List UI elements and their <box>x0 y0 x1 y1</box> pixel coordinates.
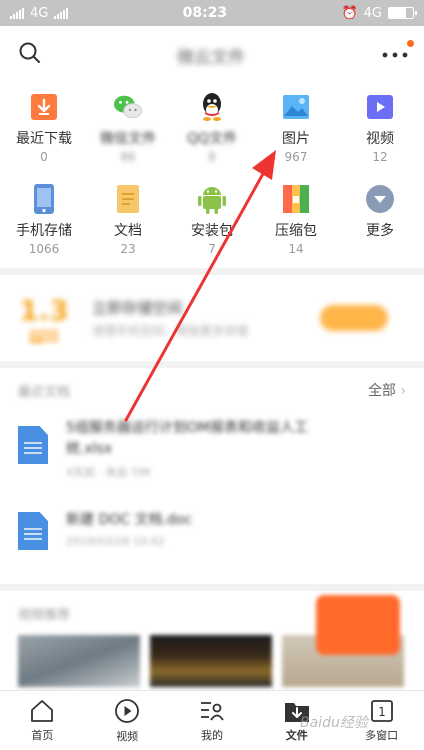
category-recent-download[interactable]: 最近下载 0 <box>2 84 86 176</box>
category-label: 图片 <box>282 131 310 147</box>
recent-section-header: 最近文档 全部 › <box>0 368 424 412</box>
view-all-link[interactable]: 全部 › <box>368 380 406 400</box>
doc-file-icon <box>18 512 48 550</box>
watermark: Baidu经验 <box>300 715 368 731</box>
category-label: 更多 <box>366 223 394 239</box>
signal-icon-2 <box>54 7 69 19</box>
nav-home[interactable]: 首页 <box>0 691 85 750</box>
recent-section-title: 最近文档 <box>18 384 71 400</box>
floating-promo-badge[interactable] <box>316 595 400 655</box>
category-wechat[interactable]: 微信文件 86 <box>86 84 170 176</box>
nav-label: 多窗口 <box>365 728 399 742</box>
status-left: 4G <box>10 5 69 21</box>
android-icon <box>197 184 227 214</box>
video-thumbnail[interactable] <box>18 635 140 687</box>
category-zip[interactable]: 压缩包 14 <box>254 176 338 268</box>
section-divider <box>0 584 424 591</box>
nav-label: 首页 <box>31 728 54 742</box>
category-label: 视频 <box>366 131 394 147</box>
category-label: 安装包 <box>191 223 233 239</box>
promo-badge: 1.3 GB <box>18 293 70 347</box>
video-thumbnail[interactable] <box>150 635 272 687</box>
file-name: 5组服务器运行计划OM报表和收益人工 <box>66 420 309 436</box>
recent-file-item[interactable]: 5组服务器运行计划OM报表和收益人工 统.xlsx 4天前 · 来自 TIM <box>0 412 424 488</box>
search-icon[interactable] <box>18 41 42 69</box>
chevron-down-icon <box>365 184 395 214</box>
promo-unit: GB <box>29 328 59 347</box>
category-video[interactable]: 视频 12 <box>338 84 422 176</box>
status-bar: 4G 08:23 ⏰ 4G <box>0 0 424 26</box>
nav-video[interactable]: 视频 <box>85 691 170 750</box>
header: 微云文件 <box>0 26 424 84</box>
promo-action-button[interactable] <box>320 305 388 331</box>
category-grid: 最近下载 0 微信文件 86 QQ文件 8 图片 967 视频 12 手机存储 … <box>0 84 424 268</box>
storage-promo-card[interactable]: 1.3 GB 立即存储空间 清理手机空间，释放更多存储 <box>0 275 424 361</box>
category-qq[interactable]: QQ文件 8 <box>170 84 254 176</box>
category-count: 12 <box>372 150 388 164</box>
category-label: 压缩包 <box>275 223 317 239</box>
svg-text:1: 1 <box>378 705 386 719</box>
nav-label: 视频 <box>116 729 139 743</box>
multi-window-icon: 1 <box>370 699 393 722</box>
category-label: 最近下载 <box>16 131 72 147</box>
nav-label: 我的 <box>200 728 223 742</box>
alarm-icon: ⏰ <box>341 5 358 21</box>
image-icon <box>281 92 311 122</box>
carrier-label: 4G <box>30 5 49 21</box>
profile-icon <box>200 701 224 721</box>
download-icon <box>29 92 59 122</box>
play-icon <box>115 698 140 723</box>
file-name: 新建 DOC 文档.doc <box>66 512 193 528</box>
category-more[interactable]: 更多 <box>338 176 422 268</box>
video-section-title: 视频推荐 <box>18 607 71 623</box>
section-divider <box>0 361 424 368</box>
chevron-right-icon: › <box>400 383 406 399</box>
category-count: 7 <box>208 242 216 256</box>
more-menu-button[interactable] <box>380 40 414 65</box>
zip-icon <box>281 184 311 214</box>
category-label: 手机存储 <box>16 223 72 239</box>
status-right: ⏰ 4G <box>341 5 417 21</box>
file-info: 5组服务器运行计划OM报表和收益人工 统.xlsx 4天前 · 来自 TIM <box>66 418 308 480</box>
network-label: 4G <box>363 5 382 21</box>
phone-storage-icon <box>29 184 59 214</box>
category-documents[interactable]: 文档 23 <box>86 176 170 268</box>
nav-profile[interactable]: 我的 <box>170 691 255 750</box>
promo-text: 立即存储空间 清理手机空间，释放更多存储 <box>92 297 248 339</box>
category-images[interactable]: 图片 967 <box>254 84 338 176</box>
promo-number: 1.3 <box>19 293 69 327</box>
category-phone-storage[interactable]: 手机存储 1066 <box>2 176 86 268</box>
category-count: 86 <box>120 150 136 164</box>
section-divider <box>0 268 424 275</box>
home-icon <box>31 699 54 722</box>
file-info: 新建 DOC 文档.doc 2019/03/28 10:42 <box>66 510 192 548</box>
category-count: 0 <box>40 150 48 164</box>
file-meta: 4天前 · 来自 TIM <box>66 466 151 479</box>
video-icon <box>365 92 395 122</box>
qq-icon <box>197 92 227 122</box>
doc-file-icon <box>18 426 48 464</box>
notification-dot <box>407 40 414 47</box>
category-apk[interactable]: 安装包 7 <box>170 176 254 268</box>
category-count: 8 <box>208 150 216 164</box>
wechat-icon <box>113 92 143 122</box>
recent-file-item[interactable]: 新建 DOC 文档.doc 2019/03/28 10:42 <box>0 498 424 574</box>
file-name-cont: 统.xlsx <box>66 441 113 457</box>
battery-icon <box>387 7 417 19</box>
category-count: 967 <box>284 150 308 164</box>
status-time: 08:23 <box>182 5 228 21</box>
category-label: QQ文件 <box>186 131 238 147</box>
category-label: 微信文件 <box>100 131 156 147</box>
more-icon <box>382 52 408 58</box>
signal-icon <box>10 7 24 19</box>
category-count: 14 <box>288 242 304 256</box>
promo-subtitle: 清理手机空间，释放更多存储 <box>92 324 249 338</box>
page-title: 微云文件 <box>177 47 245 68</box>
category-count: 1066 <box>28 242 60 256</box>
file-meta: 2019/03/28 10:42 <box>66 535 165 548</box>
document-icon <box>113 184 143 214</box>
category-count: 23 <box>120 242 136 256</box>
category-label: 文档 <box>114 223 142 239</box>
promo-title: 立即存储空间 <box>92 299 183 317</box>
